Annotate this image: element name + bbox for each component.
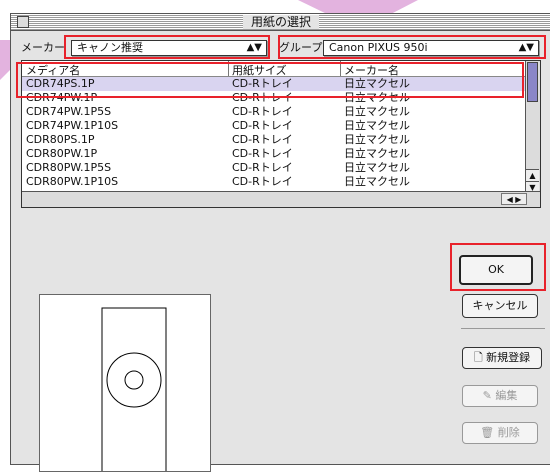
- cell-paper-size: CD-Rトレイ: [232, 91, 293, 104]
- table-row[interactable]: CDR80PS.1P CD-Rトレイ 日立マクセル: [22, 133, 527, 147]
- cell-maker-name: 日立マクセル: [344, 119, 410, 132]
- media-list[interactable]: メディア名 用紙サイズ メーカー名 CDR74PS.1P CD-Rトレイ 日立マ…: [21, 60, 541, 208]
- scroll-up-arrow-icon[interactable]: ▲: [526, 169, 539, 181]
- ok-button[interactable]: OK: [459, 255, 533, 285]
- title-bar[interactable]: 用紙の選択: [11, 14, 550, 31]
- new-document-icon: 🗋: [473, 351, 483, 364]
- table-row[interactable]: CDR80PW.1P10S CD-Rトレイ 日立マクセル: [22, 175, 527, 189]
- cell-paper-size: CD-Rトレイ: [232, 77, 293, 90]
- table-row[interactable]: CDR74PS.1P CD-Rトレイ 日立マクセル: [22, 77, 527, 91]
- edit-button[interactable]: ✎ 編集: [462, 385, 538, 407]
- horizontal-scrollbar[interactable]: ◀ ▶: [22, 191, 540, 207]
- maker-popup[interactable]: キャノン推奨 ▲▼: [71, 40, 267, 56]
- maker-label: メーカー: [21, 41, 65, 54]
- column-divider: [228, 61, 229, 76]
- cell-paper-size: CD-Rトレイ: [232, 119, 293, 132]
- cancel-button[interactable]: キャンセル: [462, 294, 538, 318]
- cell-media-name: CDR80PW.1P: [26, 147, 98, 160]
- table-row[interactable]: CDR74PW.1P CD-Rトレイ 日立マクセル: [22, 91, 527, 105]
- maker-value: キャノン推奨: [77, 41, 143, 54]
- cell-paper-size: CD-Rトレイ: [232, 133, 293, 146]
- cell-maker-name: 日立マクセル: [344, 133, 410, 146]
- window-title: 用紙の選択: [242, 15, 320, 29]
- column-header-paper-size[interactable]: 用紙サイズ: [232, 62, 287, 78]
- cell-maker-name: 日立マクセル: [344, 161, 410, 174]
- table-row[interactable]: CDR80PW.1P CD-Rトレイ 日立マクセル: [22, 147, 527, 161]
- cell-maker-name: 日立マクセル: [344, 175, 410, 188]
- button-separator: [461, 328, 545, 329]
- group-popup[interactable]: Canon PIXUS 950i ▲▼: [323, 40, 539, 56]
- list-header: メディア名 用紙サイズ メーカー名: [22, 61, 527, 77]
- media-preview: [39, 294, 211, 474]
- cd-tray-preview-graphic: [101, 307, 167, 474]
- cell-media-name: CDR80PW.1P5S: [26, 161, 112, 174]
- media-select-window: 用紙の選択 メーカー キャノン推奨 ▲▼ グループ Canon PIXUS 95…: [10, 13, 550, 474]
- vertical-scrollbar[interactable]: ▲ ▼: [525, 61, 540, 193]
- scroll-left-arrow-icon[interactable]: ◀: [507, 195, 513, 204]
- cell-paper-size: CD-Rトレイ: [232, 105, 293, 118]
- cell-paper-size: CD-Rトレイ: [232, 147, 293, 160]
- table-row[interactable]: CDR80PW.1P5S CD-Rトレイ 日立マクセル: [22, 161, 527, 175]
- column-divider: [340, 61, 341, 76]
- cell-paper-size: CD-Rトレイ: [232, 175, 293, 188]
- group-value: Canon PIXUS 950i: [329, 41, 428, 54]
- cell-maker-name: 日立マクセル: [344, 147, 410, 160]
- cell-media-name: CDR80PS.1P: [26, 133, 95, 146]
- cell-maker-name: 日立マクセル: [344, 91, 410, 104]
- cell-media-name: CDR74PW.1P10S: [26, 119, 119, 132]
- table-row[interactable]: CDR74PW.1P5S CD-Rトレイ 日立マクセル: [22, 105, 527, 119]
- cell-maker-name: 日立マクセル: [344, 77, 410, 90]
- column-header-media-name[interactable]: メディア名: [26, 62, 80, 78]
- popup-arrows-icon: ▲▼: [246, 42, 262, 53]
- cell-media-name: CDR80PW.1P10S: [26, 175, 119, 188]
- cell-media-name: CDR74PS.1P: [26, 77, 95, 90]
- scroll-right-arrow-icon[interactable]: ▶: [515, 195, 521, 204]
- cell-paper-size: CD-Rトレイ: [232, 161, 293, 174]
- cell-media-name: CDR74PW.1P: [26, 91, 98, 104]
- cell-media-name: CDR74PW.1P5S: [26, 105, 112, 118]
- popup-arrows-icon: ▲▼: [518, 42, 534, 53]
- new-register-button[interactable]: 🗋 新規登録: [462, 347, 542, 369]
- edit-icon: ✎: [482, 389, 492, 402]
- group-label: グループ: [279, 41, 323, 54]
- cell-maker-name: 日立マクセル: [344, 105, 410, 118]
- trash-icon: 🗑: [480, 426, 495, 439]
- table-row[interactable]: CDR74PW.1P10S CD-Rトレイ 日立マクセル: [22, 119, 527, 133]
- close-box-icon[interactable]: [17, 16, 29, 28]
- delete-button[interactable]: 🗑 削除: [462, 422, 538, 444]
- column-header-maker-name[interactable]: メーカー名: [344, 62, 399, 78]
- scroll-thumb[interactable]: [527, 62, 538, 102]
